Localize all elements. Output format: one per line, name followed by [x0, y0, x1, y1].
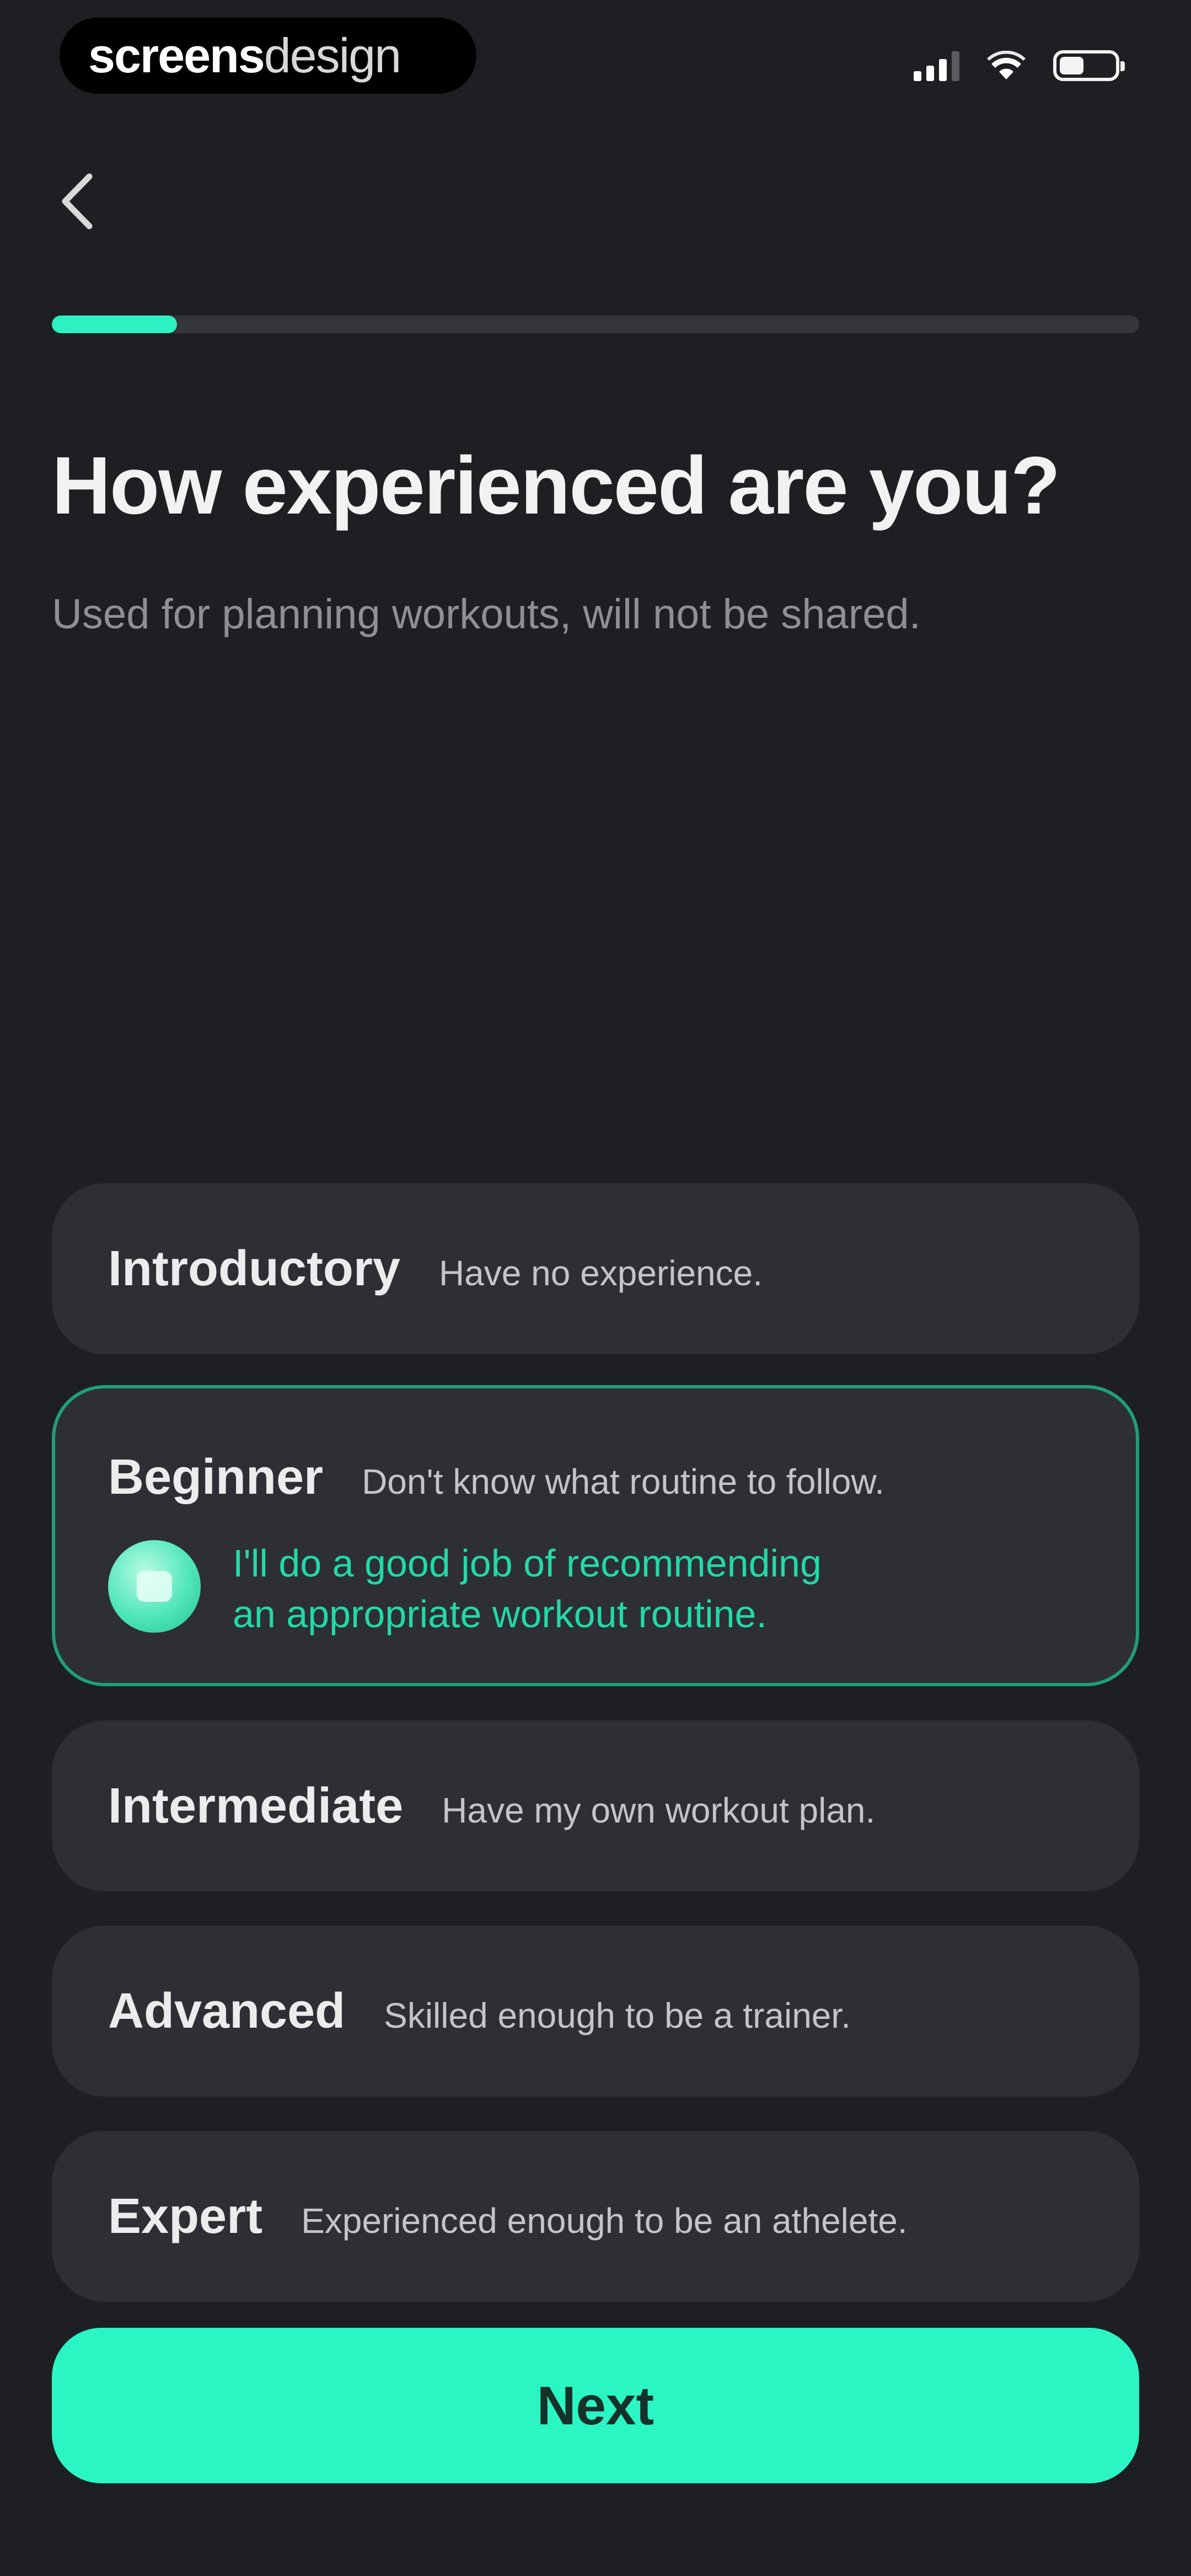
progress-bar	[52, 316, 1139, 333]
option-name: Introductory	[108, 1241, 400, 1296]
option-row: Advanced Skilled enough to be a trainer.	[108, 1983, 851, 2040]
recommendation-line-1: I'll do a good job of recommending	[233, 1542, 822, 1585]
recommendation: I'll do a good job of recommending an ap…	[108, 1540, 1083, 1639]
option-description: Experienced enough to be an athelete.	[301, 2200, 908, 2241]
recommendation-line-2: an appropriate workout routine.	[233, 1592, 767, 1636]
experience-options: Introductory Have no experience. Beginne…	[52, 1183, 1139, 2336]
back-button[interactable]	[44, 160, 110, 243]
status-bar: screens design	[0, 0, 1191, 110]
option-name: Advanced	[108, 1983, 346, 2039]
option-description: Have my own workout plan.	[442, 1790, 876, 1830]
chevron-left-icon	[62, 173, 93, 229]
option-row: Intermediate Have my own workout plan.	[108, 1778, 875, 1835]
option-row: Beginner Don't know what routine to foll…	[108, 1449, 1083, 1506]
option-row: Expert Experienced enough to be an athel…	[108, 2188, 908, 2245]
wifi-icon	[987, 51, 1026, 79]
option-row: Introductory Have no experience.	[108, 1241, 763, 1297]
option-name: Beginner	[108, 1450, 324, 1505]
brand-logo-light: design	[264, 28, 401, 83]
brand-logo: screens design	[60, 18, 476, 94]
brand-logo-strong: screens	[88, 28, 265, 83]
option-description: Have no experience.	[438, 1253, 763, 1293]
page-title: How experienced are you?	[52, 440, 1060, 531]
battery-icon	[1053, 50, 1125, 81]
option-expert[interactable]: Expert Experienced enough to be an athel…	[52, 2131, 1139, 2302]
option-name: Intermediate	[108, 1778, 404, 1834]
page-subtitle: Used for planning workouts, will not be …	[52, 591, 921, 638]
progress-bar-fill	[52, 316, 177, 333]
status-icons	[914, 46, 1125, 85]
option-introductory[interactable]: Introductory Have no experience.	[52, 1183, 1139, 1354]
cellular-signal-icon	[914, 50, 959, 81]
option-beginner[interactable]: Beginner Don't know what routine to foll…	[52, 1385, 1139, 1686]
battery-level-fill	[1060, 57, 1083, 74]
onboarding-screen: screens design How experienced are you? …	[0, 0, 1191, 2576]
recommendation-text: I'll do a good job of recommending an ap…	[233, 1538, 822, 1639]
next-button[interactable]: Next	[52, 2328, 1139, 2483]
assistant-avatar-icon	[108, 1540, 201, 1633]
option-name: Expert	[108, 2188, 263, 2244]
option-description: Don't know what routine to follow.	[362, 1462, 884, 1501]
option-description: Skilled enough to be a trainer.	[384, 1995, 851, 2035]
option-intermediate[interactable]: Intermediate Have my own workout plan.	[52, 1720, 1139, 1891]
option-advanced[interactable]: Advanced Skilled enough to be a trainer.	[52, 1926, 1139, 2097]
